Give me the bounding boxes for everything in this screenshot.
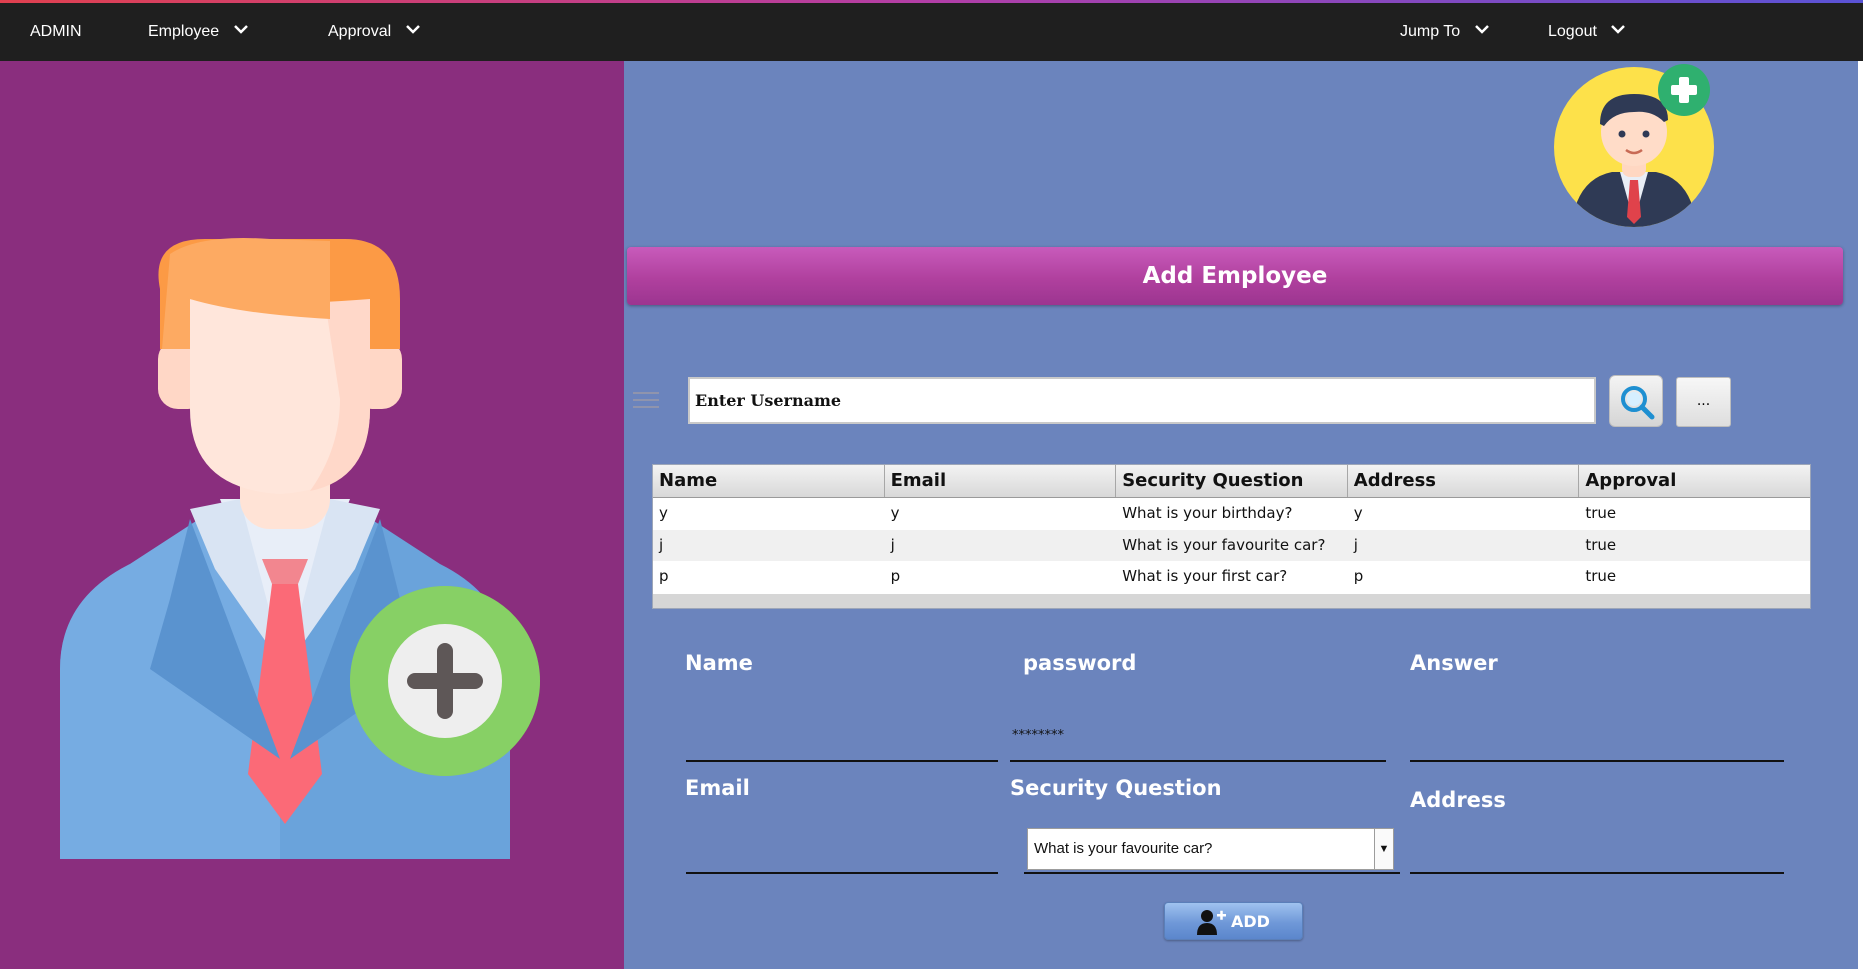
address-field[interactable]	[1410, 832, 1784, 874]
cell-name: j	[659, 535, 664, 554]
table-row[interactable]: j j What is your favourite car? j true	[653, 529, 1810, 561]
magnifier-icon	[1621, 386, 1655, 420]
column-header-name[interactable]: Name	[653, 465, 885, 497]
cell-security-question: What is your birthday?	[1122, 504, 1293, 522]
cell-address: p	[1353, 567, 1364, 585]
add-user-icon	[1197, 910, 1226, 935]
cell-approval: true	[1585, 535, 1617, 554]
address-label: Address	[1410, 788, 1506, 812]
chevron-down-icon	[233, 25, 248, 35]
employee-table: Name Email Security Question Address App…	[652, 464, 1811, 609]
hamburger-line	[633, 392, 659, 394]
nav-employee-label: Employee	[148, 23, 220, 40]
dropdown-arrow-icon[interactable]: ▼	[1374, 829, 1393, 869]
table-horizontal-scrollbar[interactable]	[653, 594, 1810, 608]
chevron-down-icon	[1474, 25, 1489, 35]
answer-label: Answer	[1410, 651, 1498, 675]
hamburger-line	[633, 406, 659, 408]
password-label: password	[1023, 651, 1137, 675]
security-question-selected: What is your favourite car?	[1034, 840, 1213, 857]
cell-approval: true	[1585, 504, 1617, 522]
add-employee-button[interactable]: ADD	[1164, 902, 1303, 940]
hamburger-icon[interactable]	[633, 392, 659, 413]
search-username-input[interactable]	[688, 377, 1596, 424]
cell-email: p	[890, 567, 901, 585]
add-button-label: ADD	[1231, 912, 1270, 931]
more-options-button[interactable]: ...	[1676, 377, 1731, 427]
nav-logout-menu[interactable]: Logout	[1548, 3, 1626, 61]
nav-employee-menu[interactable]: Employee	[148, 3, 248, 61]
nav-approval-menu[interactable]: Approval	[328, 3, 420, 61]
security-question-label: Security Question	[1010, 776, 1222, 800]
search-button[interactable]	[1609, 375, 1663, 427]
column-header-address[interactable]: Address	[1348, 465, 1580, 497]
nav-admin-label: ADMIN	[30, 23, 82, 40]
password-field[interactable]: ********	[1010, 720, 1386, 762]
window-scrollbar[interactable]	[1858, 61, 1863, 969]
nav-logout-label: Logout	[1548, 23, 1597, 40]
name-field[interactable]	[686, 720, 998, 762]
security-question-select[interactable]: What is your favourite car? ▼	[1027, 828, 1394, 870]
cell-address: y	[1353, 504, 1363, 522]
chevron-down-icon	[1611, 25, 1626, 35]
employee-avatar-illustration-icon	[60, 238, 540, 859]
page-title: Add Employee	[627, 247, 1843, 305]
table-row[interactable]: p p What is your first car? p true	[653, 561, 1810, 593]
table-row[interactable]: y y What is your birthday? y true	[653, 498, 1810, 530]
column-header-approval[interactable]: Approval	[1579, 465, 1811, 497]
email-field[interactable]	[686, 832, 998, 874]
chevron-down-icon	[405, 25, 420, 35]
nav-admin[interactable]: ADMIN	[30, 3, 82, 61]
cell-security-question: What is your first car?	[1122, 567, 1288, 585]
cell-approval: true	[1585, 567, 1617, 585]
column-header-security-question[interactable]: Security Question	[1116, 465, 1348, 497]
cell-security-question: What is your favourite car?	[1122, 535, 1326, 554]
top-navbar: ADMIN Employee Approval Jump To Logout	[0, 3, 1863, 61]
table-header: Name Email Security Question Address App…	[653, 465, 1810, 498]
nav-jump-to-menu[interactable]: Jump To	[1400, 3, 1489, 61]
name-label: Name	[685, 651, 753, 675]
cell-address: j	[1353, 535, 1358, 554]
left-illustration-panel	[0, 61, 624, 969]
hamburger-line	[633, 399, 659, 401]
nav-jump-to-label: Jump To	[1400, 23, 1461, 40]
answer-field[interactable]	[1410, 720, 1784, 762]
cell-email: y	[890, 504, 900, 522]
cell-name: p	[659, 567, 669, 585]
add-employee-avatar-icon	[1554, 64, 1714, 227]
cell-email: j	[890, 535, 895, 554]
column-header-email[interactable]: Email	[885, 465, 1117, 497]
cell-name: y	[659, 504, 668, 522]
email-label: Email	[685, 776, 750, 800]
security-question-underline	[1024, 872, 1400, 874]
nav-approval-label: Approval	[328, 23, 392, 40]
